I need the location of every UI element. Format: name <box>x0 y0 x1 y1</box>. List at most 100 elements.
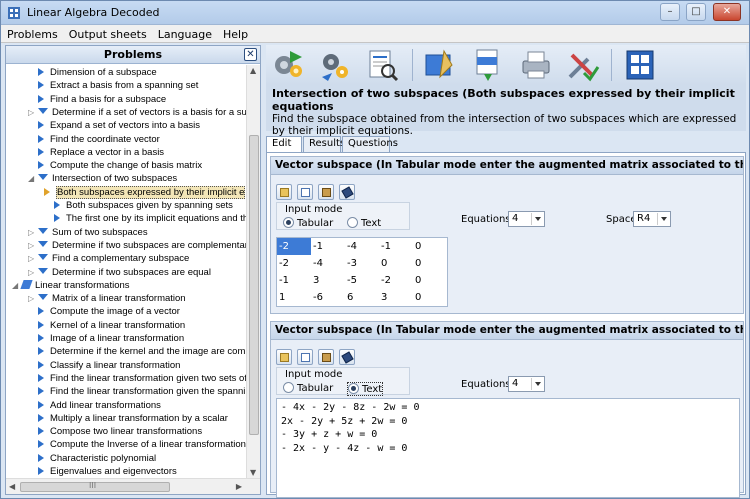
print-icon[interactable] <box>518 47 554 83</box>
tree-item[interactable]: Compose two linear transformations <box>28 425 202 438</box>
equations-select-2[interactable]: 4 <box>508 376 545 392</box>
scroll-up-icon[interactable]: ▲ <box>250 66 256 75</box>
eraser-button[interactable] <box>339 349 355 365</box>
folder-arrow-icon <box>38 227 48 234</box>
matrix-cell[interactable]: 3 <box>379 289 413 306</box>
tree-item[interactable]: ▷ Determine if a set of vectors is a basi… <box>28 106 246 119</box>
radio-tabular-1[interactable]: Tabular <box>283 217 333 229</box>
tree-item[interactable]: Both subspaces given by spanning sets <box>44 199 233 212</box>
tree-item[interactable]: Both subspaces expressed by their implic… <box>44 185 246 199</box>
tab-questions[interactable]: Questions <box>342 136 398 152</box>
paste-button[interactable] <box>318 184 334 200</box>
radio-text-2[interactable]: Text <box>347 382 384 396</box>
matrix-cell[interactable]: -2 <box>277 238 311 255</box>
matrix-cell[interactable]: -6 <box>311 289 345 306</box>
tab-edit[interactable]: Edit <box>266 136 302 153</box>
matrix-cell[interactable]: -3 <box>345 255 379 272</box>
menu-help[interactable]: Help <box>217 25 253 41</box>
tree-item-label: Compose two linear transformations <box>50 426 203 438</box>
radio-text-1[interactable]: Text <box>347 217 381 229</box>
tree-item[interactable]: Expand a set of vectors into a basis <box>28 119 200 132</box>
matrix-cell[interactable]: -4 <box>311 255 345 272</box>
copy-button[interactable] <box>297 184 313 200</box>
tree-item[interactable]: ▷ Sum of two subspaces <box>28 226 148 239</box>
view-sheet-icon[interactable] <box>364 47 400 83</box>
paste-button[interactable] <box>318 349 334 365</box>
matrix-cell[interactable]: 0 <box>379 255 413 272</box>
problem-heading: Intersection of two subspaces (Both subs… <box>272 87 735 113</box>
tab-results[interactable]: Results <box>303 136 345 152</box>
scrollbar-thumb[interactable] <box>249 135 259 435</box>
tree-item[interactable]: Add linear transformations <box>28 399 161 412</box>
export-rtf-icon[interactable] <box>470 47 506 83</box>
folder-arrow-icon <box>38 267 48 274</box>
scroll-right-icon[interactable]: ▶ <box>236 482 242 491</box>
minimize-button[interactable]: – <box>660 3 680 21</box>
matrix-cell[interactable]: 0 <box>413 238 447 255</box>
menu-problems[interactable]: Problems <box>1 25 63 41</box>
eraser-button[interactable] <box>339 184 355 200</box>
hscrollbar-thumb[interactable]: III <box>20 481 170 492</box>
tree-item[interactable]: Compute the image of a vector <box>28 305 180 318</box>
tree-item[interactable]: Compute the change of basis matrix <box>28 159 202 172</box>
open-button[interactable] <box>276 184 292 200</box>
tree-item[interactable]: Extract a basis from a spanning set <box>28 79 198 92</box>
matrix-cell[interactable]: -5 <box>345 272 379 289</box>
matrix-cell[interactable]: 3 <box>311 272 345 289</box>
tree-horizontal-scrollbar[interactable]: ◀ III ▶ <box>6 478 260 494</box>
matrix-cell[interactable]: 0 <box>413 272 447 289</box>
tree-item-label: Both subspaces expressed by their implic… <box>56 185 246 199</box>
tree-item[interactable]: ▷ Determine if two subspaces are compleme… <box>28 239 246 252</box>
solve-step-icon[interactable] <box>318 47 354 83</box>
tree-item[interactable]: ▷ Determine if two subspaces are equal <box>28 266 211 279</box>
matrix-cell[interactable]: 1 <box>277 289 311 306</box>
matrix-cell[interactable]: -1 <box>277 272 311 289</box>
tree-item[interactable]: ▷ Find a complementary subspace <box>28 252 189 265</box>
tree-item[interactable]: Dimension of a subspace <box>28 66 157 79</box>
close-panel-icon[interactable]: ✕ <box>244 48 257 61</box>
maximize-button[interactable]: □ <box>686 3 706 21</box>
matrix-cell[interactable]: 6 <box>345 289 379 306</box>
equations-select-1[interactable]: 4 <box>508 211 545 227</box>
tree-item[interactable]: ◢ Intersection of two subspaces <box>28 172 177 185</box>
tree-item[interactable]: The first one by its implicit equations … <box>44 212 246 225</box>
tree-item[interactable]: Characteristic polynomial <box>28 452 156 465</box>
tree-item[interactable]: Find the coordinate vector <box>28 133 160 146</box>
copy-button[interactable] <box>297 349 313 365</box>
matrix-cell[interactable]: -2 <box>379 272 413 289</box>
tree-vertical-scrollbar[interactable]: ▲ ▼ <box>246 65 260 478</box>
radio-tabular-2[interactable]: Tabular <box>283 382 333 394</box>
tree-item[interactable]: Replace a vector in a basis <box>28 146 164 159</box>
settings-tools-icon[interactable] <box>564 47 600 83</box>
matrix-cell[interactable]: -1 <box>311 238 345 255</box>
scroll-left-icon[interactable]: ◀ <box>9 482 15 491</box>
tree-item[interactable]: Find the linear transformation given the… <box>28 385 246 398</box>
matrix-cell[interactable]: -2 <box>277 255 311 272</box>
augmented-matrix-grid[interactable]: -2 -1 -4 -1 0 -2 -4 -3 0 0 -1 3 -5 -2 0 1 -6 6 3 0 <box>276 237 448 307</box>
clear-broom-icon[interactable] <box>422 47 458 83</box>
matrix-cell[interactable]: -1 <box>379 238 413 255</box>
menu-output-sheets[interactable]: Output sheets <box>63 25 152 41</box>
tree-item[interactable]: Image of a linear transformation <box>28 332 184 345</box>
tree-item[interactable]: Classify a linear transformation <box>28 359 180 372</box>
matrix-cell[interactable]: -4 <box>345 238 379 255</box>
tree-item[interactable]: Kernel of a linear transformation <box>28 319 185 332</box>
tree-item[interactable]: ▷ Matrix of a linear transformation <box>28 292 186 305</box>
tree-item[interactable]: Determine if the kernel and the image ar… <box>28 345 246 358</box>
tree-item[interactable]: Find a basis for a subspace <box>28 93 166 106</box>
solve-gears-icon[interactable] <box>270 47 306 83</box>
tree-item[interactable]: Compute the Inverse of a linear transfor… <box>28 438 246 451</box>
tree-item[interactable]: ◢ Linear transformations <box>12 279 130 292</box>
equations-text-area[interactable]: - 4x - 2y - 8z - 2w = 0 2x - 2y + 5z + 2… <box>276 398 740 498</box>
tree-item[interactable]: Eigenvalues and eigenvectors <box>28 465 177 478</box>
menu-language[interactable]: Language <box>152 25 217 41</box>
space-select[interactable]: R4 <box>633 211 671 227</box>
open-button[interactable] <box>276 349 292 365</box>
matrix-cell[interactable]: 0 <box>413 289 447 306</box>
matrix-cell[interactable]: 0 <box>413 255 447 272</box>
about-matrix-icon[interactable] <box>622 47 658 83</box>
close-button[interactable]: ✕ <box>713 3 741 21</box>
scroll-down-icon[interactable]: ▼ <box>250 468 256 477</box>
tree-item[interactable]: Find the linear transformation given two… <box>28 372 246 385</box>
tree-item[interactable]: Multiply a linear transformation by a sc… <box>28 412 228 425</box>
